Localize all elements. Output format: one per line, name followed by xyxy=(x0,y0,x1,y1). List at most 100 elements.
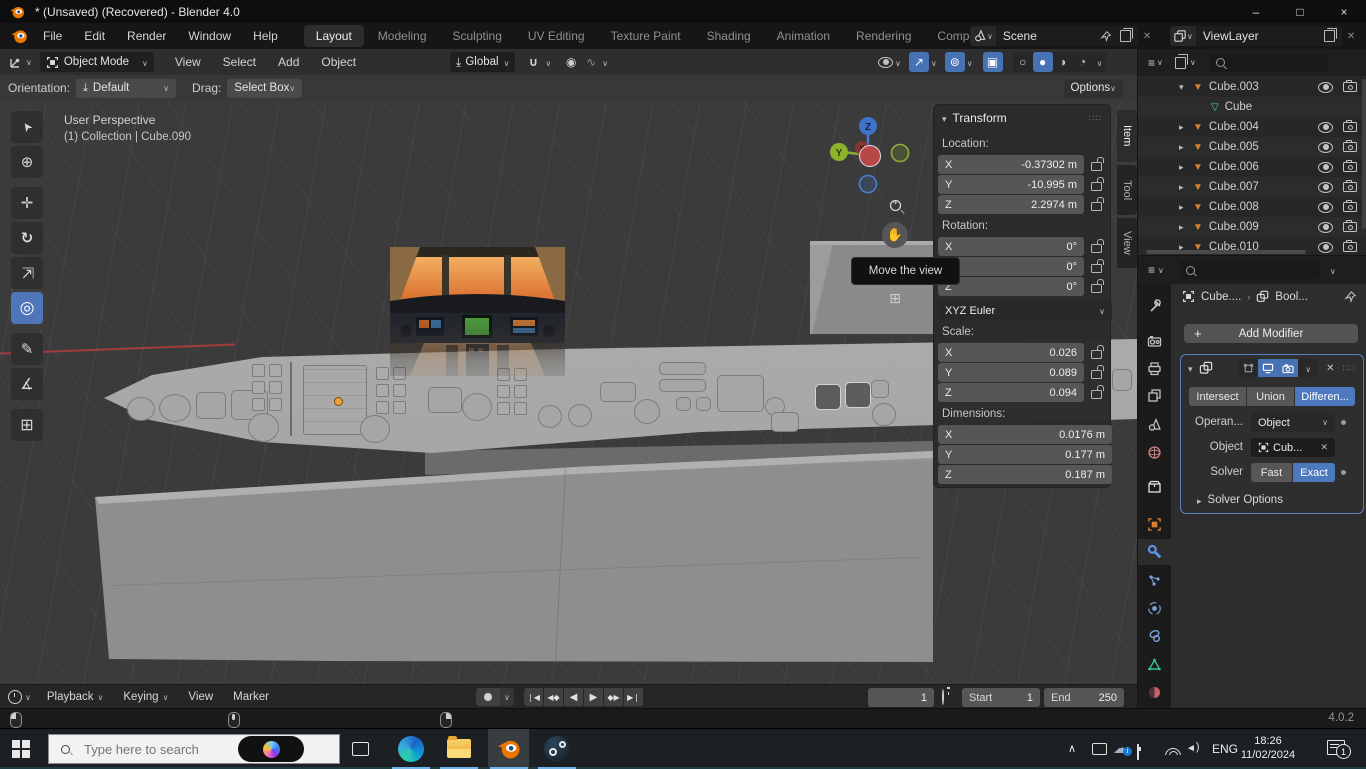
frame-end-field[interactable]: End 250 xyxy=(1044,688,1124,707)
viewlayer-selector[interactable]: ViewLayer xyxy=(1195,26,1342,46)
tab-particles[interactable] xyxy=(1138,567,1171,593)
notification-center-icon[interactable]: 1 xyxy=(1327,740,1351,759)
scale-z-field[interactable]: Z 0.094 xyxy=(938,383,1084,402)
outliner-filter-button[interactable] xyxy=(1174,54,1196,69)
properties-editor-type-button[interactable]: ≡ xyxy=(1148,263,1164,277)
sidebar-tab-item[interactable]: Item xyxy=(1117,110,1137,162)
outliner-row[interactable]: ▽ Cube xyxy=(1138,97,1366,117)
object-origin-dot[interactable] xyxy=(334,397,343,406)
clock[interactable]: 18:26 11/02/2024 xyxy=(1240,734,1296,762)
render-visibility-icon[interactable] xyxy=(1343,80,1357,92)
start-button[interactable] xyxy=(12,740,30,758)
operation-difference[interactable]: Differen... xyxy=(1295,387,1355,406)
hide-eye-icon[interactable] xyxy=(1318,221,1333,233)
tab-output[interactable] xyxy=(1138,355,1171,381)
hide-eye-icon[interactable] xyxy=(1318,161,1333,173)
render-visibility-icon[interactable] xyxy=(1343,200,1357,212)
tool-rotate[interactable] xyxy=(11,222,43,254)
breadcrumb-object[interactable]: Cube.... xyxy=(1201,291,1241,303)
outliner-row[interactable]: ▼ Cube.003 xyxy=(1138,77,1366,97)
battery-icon[interactable] xyxy=(1137,744,1139,760)
properties-search-input[interactable] xyxy=(1179,261,1320,279)
auto-keying-dropdown[interactable] xyxy=(500,688,514,706)
workspace-tab-shading[interactable]: Shading xyxy=(695,25,763,47)
tool-select-box[interactable] xyxy=(11,111,43,143)
lock-icon[interactable] xyxy=(1091,365,1104,379)
solver-fast[interactable]: Fast xyxy=(1251,463,1293,482)
tool-scale[interactable] xyxy=(11,257,43,289)
lock-icon[interactable] xyxy=(1091,239,1104,253)
render-visibility-icon[interactable] xyxy=(1343,140,1357,152)
modifier-extras-dropdown[interactable] xyxy=(1298,359,1319,377)
tray-device-icon[interactable] xyxy=(1092,743,1107,755)
play-reverse-button[interactable]: ◀ xyxy=(564,688,584,706)
add-modifier-button[interactable]: + Add Modifier xyxy=(1184,324,1358,343)
tab-object-data[interactable] xyxy=(1138,651,1171,677)
jump-to-end-button[interactable]: ▶❘ xyxy=(624,688,644,706)
scene-unlink-icon[interactable] xyxy=(1143,31,1151,42)
workspace-tab-texture-paint[interactable]: Texture Paint xyxy=(599,25,693,47)
timeline-editor-type-button[interactable] xyxy=(8,690,31,704)
taskbar-search[interactable] xyxy=(48,734,340,764)
drag-dropdown[interactable]: Select Box xyxy=(227,78,303,98)
move-view-button[interactable]: ✋ xyxy=(882,222,908,248)
tab-render[interactable] xyxy=(1138,328,1171,354)
outliner-row[interactable]: ▼ Cube.004 xyxy=(1138,117,1366,137)
snap-dropdown[interactable] xyxy=(545,55,551,69)
shading-dropdown[interactable] xyxy=(1093,55,1107,69)
menu-help[interactable]: Help xyxy=(242,23,289,49)
menu-render[interactable]: Render xyxy=(116,23,177,49)
transform-orientation-dropdown[interactable]: ⤓ Global xyxy=(450,52,516,72)
delete-modifier-icon[interactable] xyxy=(1326,363,1334,374)
cockpit-reference-image[interactable] xyxy=(390,247,565,376)
visibility-group[interactable] xyxy=(878,55,901,69)
outliner-hscrollbar[interactable] xyxy=(1146,250,1306,254)
breadcrumb-modifier[interactable]: Bool... xyxy=(1275,291,1308,303)
frame-start-field[interactable]: Start 1 xyxy=(962,688,1040,707)
stopwatch-icon[interactable] xyxy=(942,689,944,705)
modifier-collapse-icon[interactable] xyxy=(1188,361,1193,375)
shading-material-icon[interactable]: ◑ xyxy=(1053,52,1073,72)
render-visibility-icon[interactable] xyxy=(1343,180,1357,192)
scene-browse-button[interactable] xyxy=(970,26,996,46)
shading-solid-icon[interactable]: ● xyxy=(1032,52,1053,72)
outliner-row[interactable]: ▼ Cube.007 xyxy=(1138,177,1366,197)
lock-icon[interactable] xyxy=(1091,345,1104,359)
timeline-menu-keying[interactable]: Keying xyxy=(113,691,178,703)
blender-menu-icon[interactable] xyxy=(10,27,28,45)
animate-dot[interactable] xyxy=(1341,420,1346,425)
shading-wireframe-icon[interactable]: ○ xyxy=(1013,52,1033,72)
file-explorer-icon[interactable] xyxy=(447,736,471,758)
hide-eye-icon[interactable] xyxy=(1318,81,1333,93)
new-viewlayer-icon[interactable] xyxy=(1323,27,1338,42)
clear-object-icon[interactable] xyxy=(1320,442,1328,453)
hide-eye-icon[interactable] xyxy=(1318,241,1333,253)
play-button[interactable]: ▶ xyxy=(584,688,604,706)
menu-object[interactable]: Object xyxy=(310,49,367,75)
outliner-vscrollbar[interactable] xyxy=(1362,79,1366,229)
shading-rendered-icon[interactable]: ◔ xyxy=(1073,52,1093,72)
hide-eye-icon[interactable] xyxy=(1318,121,1333,133)
snap-toggle-icon[interactable]: ∪ xyxy=(523,52,543,72)
menu-file[interactable]: File xyxy=(32,23,73,49)
tool-measure[interactable] xyxy=(11,368,43,400)
render-visibility-icon[interactable] xyxy=(1343,240,1357,252)
pin-icon[interactable] xyxy=(1099,30,1112,42)
lock-icon[interactable] xyxy=(1091,279,1104,293)
outliner-search-input[interactable] xyxy=(1209,53,1328,72)
scale-x-field[interactable]: X 0.026 xyxy=(938,343,1084,362)
modifier-drag-handle[interactable]: ∷∷ xyxy=(1343,363,1356,374)
xray-toggle-icon[interactable]: ▣ xyxy=(982,52,1003,72)
lock-icon[interactable] xyxy=(1091,259,1104,273)
menu-select[interactable]: Select xyxy=(212,49,267,75)
timeline-menu-marker[interactable]: Marker xyxy=(223,691,279,703)
new-scene-icon[interactable] xyxy=(1119,27,1134,42)
edge-icon[interactable] xyxy=(398,736,424,762)
lock-icon[interactable] xyxy=(1091,197,1104,211)
outliner-row[interactable]: ▼ Cube.005 xyxy=(1138,137,1366,157)
solver-options-expander[interactable]: Solver Options xyxy=(1197,493,1283,507)
navigation-gizmo[interactable]: Z Y X xyxy=(826,111,910,195)
steam-icon[interactable] xyxy=(544,736,570,762)
location-z-field[interactable]: Z 2.2974 m xyxy=(938,195,1084,214)
workspace-tab-animation[interactable]: Animation xyxy=(765,25,842,47)
